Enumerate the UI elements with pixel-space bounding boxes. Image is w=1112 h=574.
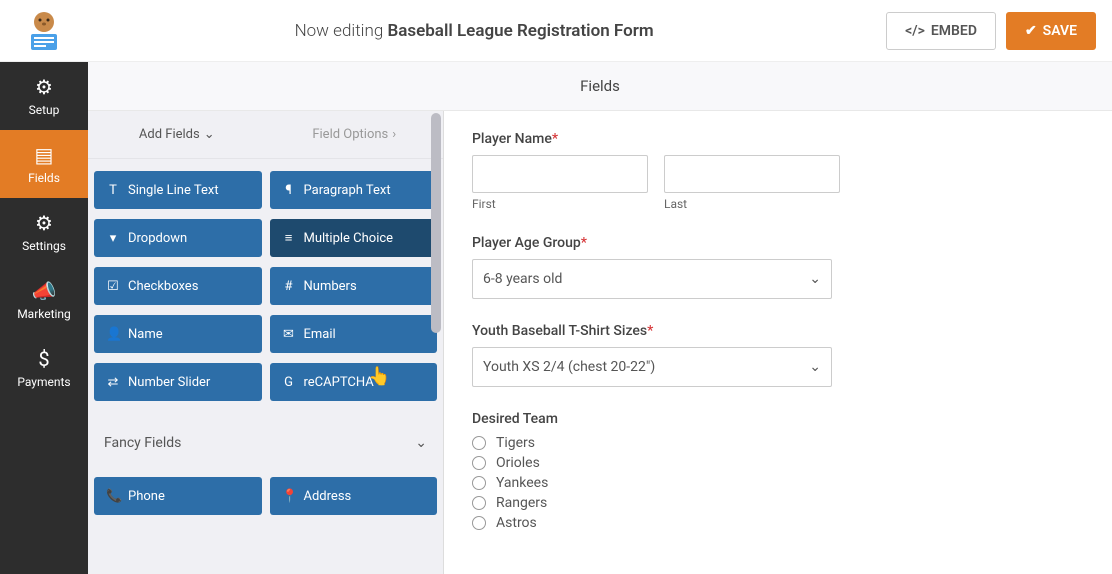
section-fancy-fields[interactable]: Fancy Fields ⌄ — [94, 421, 437, 465]
radio-icon — [472, 476, 486, 490]
field-label: Player Age Group* — [472, 235, 1084, 251]
first-name-input[interactable] — [472, 155, 648, 193]
field-type-label: Multiple Choice — [304, 231, 394, 246]
dollar-icon: $ — [38, 347, 49, 371]
field-type-label: Dropdown — [128, 231, 187, 246]
field-label: Desired Team — [472, 411, 1084, 427]
radio-label: Yankees — [496, 475, 548, 491]
field-type-button[interactable]: GreCAPTCHA — [270, 363, 438, 401]
tab-field-options[interactable]: Field Options › — [266, 111, 444, 158]
field-type-label: Number Slider — [128, 375, 210, 390]
sidebar-item-setup[interactable]: ⚙ Setup — [0, 62, 88, 130]
field-type-icon: T — [106, 183, 120, 198]
radio-label: Orioles — [496, 455, 540, 471]
code-icon: </> — [905, 23, 925, 39]
save-button[interactable]: ✔ SAVE — [1006, 12, 1096, 50]
sidebar-item-label: Payments — [17, 375, 70, 389]
radio-label: Rangers — [496, 495, 547, 511]
sidebar-item-fields[interactable]: ▤ Fields — [0, 130, 88, 198]
embed-button[interactable]: </> EMBED — [886, 12, 996, 50]
megaphone-icon: 📣 — [32, 279, 57, 303]
field-type-button[interactable]: 📍 Address — [270, 477, 438, 515]
field-type-button[interactable]: ☑ Checkboxes — [94, 267, 262, 305]
field-type-button[interactable]: 📞 Phone — [94, 477, 262, 515]
radio-label: Tigers — [496, 435, 535, 451]
field-type-icon: ▾ — [106, 231, 120, 246]
sidebar-item-label: Marketing — [17, 307, 71, 321]
radio-option[interactable]: Astros — [472, 515, 1084, 531]
chevron-down-icon: ⌄ — [809, 271, 821, 287]
field-type-icon: 📞 — [106, 489, 120, 504]
sidebar-item-label: Settings — [22, 239, 66, 253]
field-type-icon: 📍 — [282, 489, 296, 504]
sliders-icon: ⚙ — [35, 211, 53, 235]
field-type-label: Address — [304, 489, 352, 504]
chevron-down-icon: ⌄ — [809, 359, 821, 375]
chevron-down-icon: ⌄ — [415, 435, 427, 451]
form-icon: ▤ — [35, 143, 54, 167]
field-type-button[interactable]: ≡ Multiple Choice — [270, 219, 438, 257]
form-preview: Player Name* First Last — [444, 111, 1112, 574]
field-type-button[interactable]: # Numbers — [270, 267, 438, 305]
field-label: Player Name* — [472, 131, 1084, 147]
radio-option[interactable]: Orioles — [472, 455, 1084, 471]
radio-option[interactable]: Tigers — [472, 435, 1084, 451]
radio-icon — [472, 496, 486, 510]
field-type-icon: G — [282, 375, 296, 390]
field-type-label: Email — [304, 327, 336, 342]
sidebar-item-marketing[interactable]: 📣 Marketing — [0, 266, 88, 334]
radio-option[interactable]: Yankees — [472, 475, 1084, 491]
field-type-label: Name — [128, 327, 163, 342]
sidebar-item-label: Setup — [29, 103, 60, 117]
radio-option[interactable]: Rangers — [472, 495, 1084, 511]
field-type-icon: ¶ — [282, 183, 296, 198]
field-type-label: reCAPTCHA — [304, 375, 374, 390]
field-type-label: Single Line Text — [128, 183, 219, 198]
radio-icon — [472, 516, 486, 530]
sidebar-item-settings[interactable]: ⚙ Settings — [0, 198, 88, 266]
field-type-button[interactable]: ✉ Email — [270, 315, 438, 353]
sublabel: Last — [664, 197, 840, 211]
sidebar-item-label: Fields — [28, 171, 60, 185]
field-type-button[interactable]: ▾ Dropdown — [94, 219, 262, 257]
field-type-icon: ✉ — [282, 327, 296, 342]
chevron-right-icon: › — [392, 127, 396, 142]
radio-icon — [472, 436, 486, 450]
age-group-select[interactable]: 6-8 years old ⌄ — [472, 259, 832, 299]
field-type-button[interactable]: ¶ Paragraph Text — [270, 171, 438, 209]
chevron-down-icon: ⌄ — [204, 127, 215, 142]
check-icon: ✔ — [1025, 23, 1037, 39]
sublabel: First — [472, 197, 648, 211]
field-type-icon: ☑ — [106, 279, 120, 294]
field-type-label: Phone — [128, 489, 165, 504]
field-type-label: Numbers — [304, 279, 357, 294]
scrollbar[interactable] — [431, 113, 441, 333]
field-type-label: Checkboxes — [128, 279, 198, 294]
radio-icon — [472, 456, 486, 470]
field-type-icon: ≡ — [282, 230, 296, 246]
last-name-input[interactable] — [664, 155, 840, 193]
field-type-icon: 👤 — [106, 327, 120, 342]
section-title: Fields — [88, 62, 1112, 111]
field-type-button[interactable]: T Single Line Text — [94, 171, 262, 209]
page-title: Now editing Baseball League Registration… — [72, 21, 876, 41]
field-type-button[interactable]: ⇄ Number Slider — [94, 363, 262, 401]
field-type-label: Paragraph Text — [304, 183, 391, 198]
tab-add-fields[interactable]: Add Fields ⌄ — [88, 111, 266, 158]
radio-label: Astros — [496, 515, 537, 531]
app-logo — [16, 6, 72, 56]
field-type-icon: ⇄ — [106, 375, 120, 390]
field-label: Youth Baseball T-Shirt Sizes* — [472, 323, 1084, 339]
field-type-button[interactable]: 👤 Name — [94, 315, 262, 353]
field-type-icon: # — [282, 279, 296, 294]
gear-icon: ⚙ — [35, 75, 53, 99]
tshirt-select[interactable]: Youth XS 2/4 (chest 20-22") ⌄ — [472, 347, 832, 387]
sidebar-item-payments[interactable]: $ Payments — [0, 334, 88, 402]
fields-panel: Add Fields ⌄ Field Options › T Single Lin… — [88, 111, 444, 574]
app-sidebar: ⚙ Setup ▤ Fields ⚙ Settings 📣 Marketing … — [0, 62, 88, 574]
